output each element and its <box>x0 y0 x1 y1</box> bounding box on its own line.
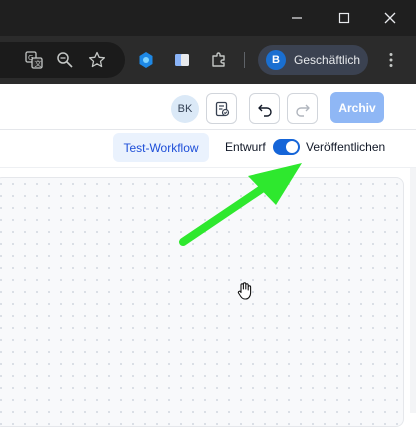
hand-cursor-icon <box>237 282 252 300</box>
annotation-arrow <box>179 163 302 246</box>
